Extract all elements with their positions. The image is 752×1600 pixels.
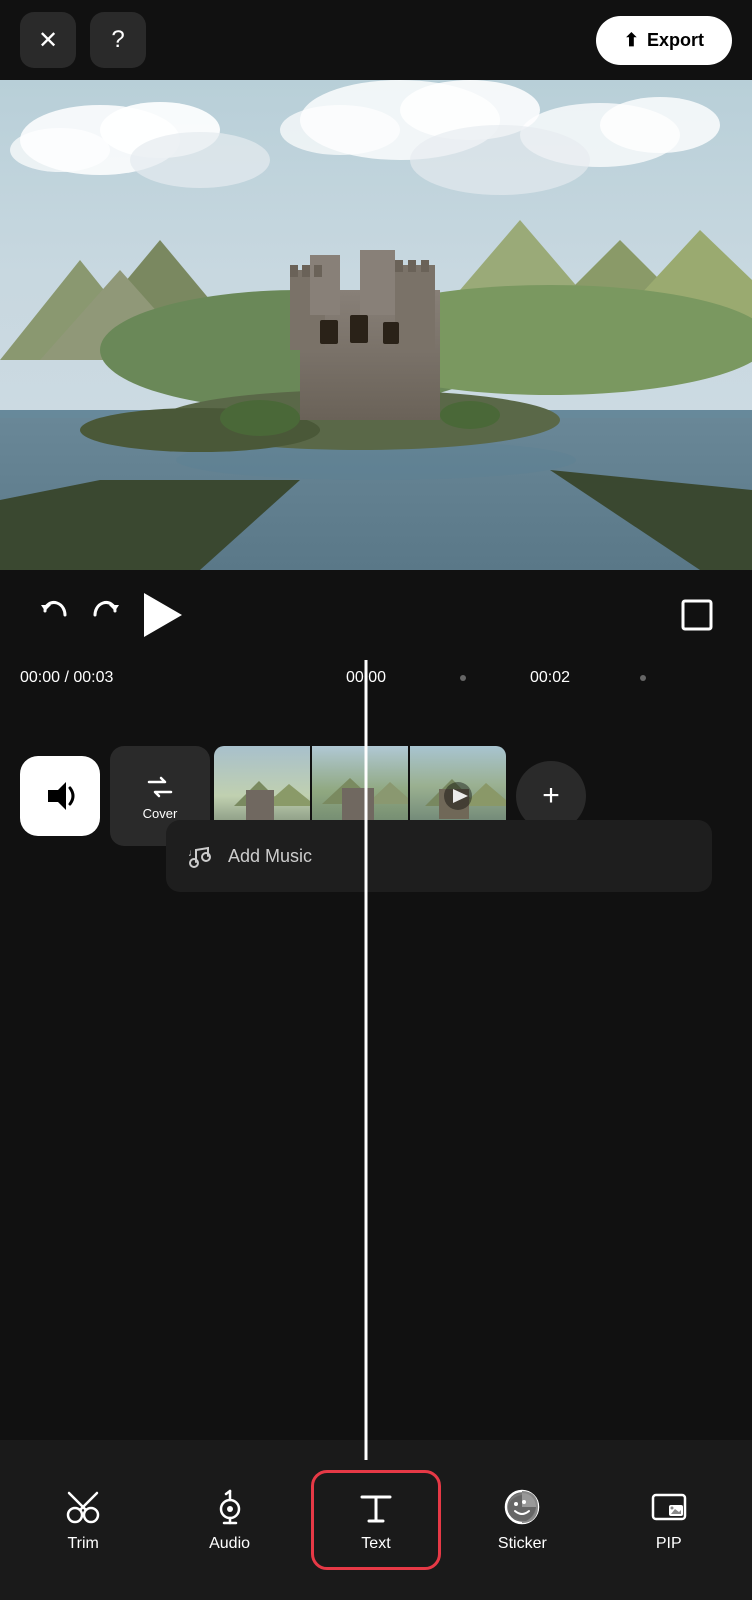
svg-text:♩: ♩ xyxy=(188,848,198,859)
sticker-label: Sticker xyxy=(498,1535,547,1553)
add-icon: + xyxy=(542,779,560,813)
swap-icon xyxy=(145,772,175,802)
pip-label: PIP xyxy=(656,1535,682,1553)
time-labels: 00:00 / 00:03 00:00 00:02 xyxy=(0,660,752,696)
play-button[interactable] xyxy=(130,585,190,645)
add-music-row[interactable]: ♩ Add Music xyxy=(166,820,712,892)
controls-bar xyxy=(0,570,752,660)
text-icon xyxy=(356,1487,396,1527)
pip-icon xyxy=(649,1487,689,1527)
upload-icon: ⬆ xyxy=(624,30,639,51)
tool-text[interactable]: Text xyxy=(311,1470,441,1570)
scissors-icon xyxy=(63,1487,103,1527)
video-preview xyxy=(0,80,752,570)
time-current: 00:00 / 00:03 xyxy=(20,669,113,687)
redo-button[interactable] xyxy=(80,590,130,640)
music-note-icon: ♩ xyxy=(186,842,214,870)
undo-button[interactable] xyxy=(30,590,80,640)
timeline-area: 00:00 / 00:03 00:00 00:02 Cover xyxy=(0,660,752,1460)
cover-label: Cover xyxy=(143,806,178,821)
tool-sticker[interactable]: Sticker xyxy=(457,1473,587,1567)
help-button[interactable]: ? xyxy=(90,12,146,68)
export-label: Export xyxy=(647,30,704,51)
volume-button[interactable] xyxy=(20,756,100,836)
tool-trim[interactable]: Trim xyxy=(18,1473,148,1567)
bottom-toolbar: Trim Audio Text xyxy=(0,1440,752,1600)
add-music-label: Add Music xyxy=(228,846,312,867)
sticker-icon xyxy=(502,1487,542,1527)
tool-pip[interactable]: PIP xyxy=(604,1473,734,1567)
play-triangle-icon xyxy=(144,593,182,637)
tool-audio[interactable]: Audio xyxy=(165,1473,295,1567)
playhead xyxy=(365,660,368,1460)
castle-scene-svg xyxy=(0,80,752,570)
audio-icon xyxy=(210,1487,250,1527)
fullscreen-button[interactable] xyxy=(672,590,722,640)
text-label: Text xyxy=(361,1535,390,1553)
time-marker-2s: 00:02 xyxy=(530,669,570,687)
trim-label: Trim xyxy=(67,1535,98,1553)
top-bar: ✕ ? ⬆ Export xyxy=(0,0,752,80)
audio-label: Audio xyxy=(209,1535,250,1553)
time-dot-2 xyxy=(640,675,646,681)
time-dot-1 xyxy=(460,675,466,681)
close-button[interactable]: ✕ xyxy=(20,12,76,68)
export-button[interactable]: ⬆ Export xyxy=(596,16,732,65)
top-bar-left: ✕ ? xyxy=(20,12,146,68)
